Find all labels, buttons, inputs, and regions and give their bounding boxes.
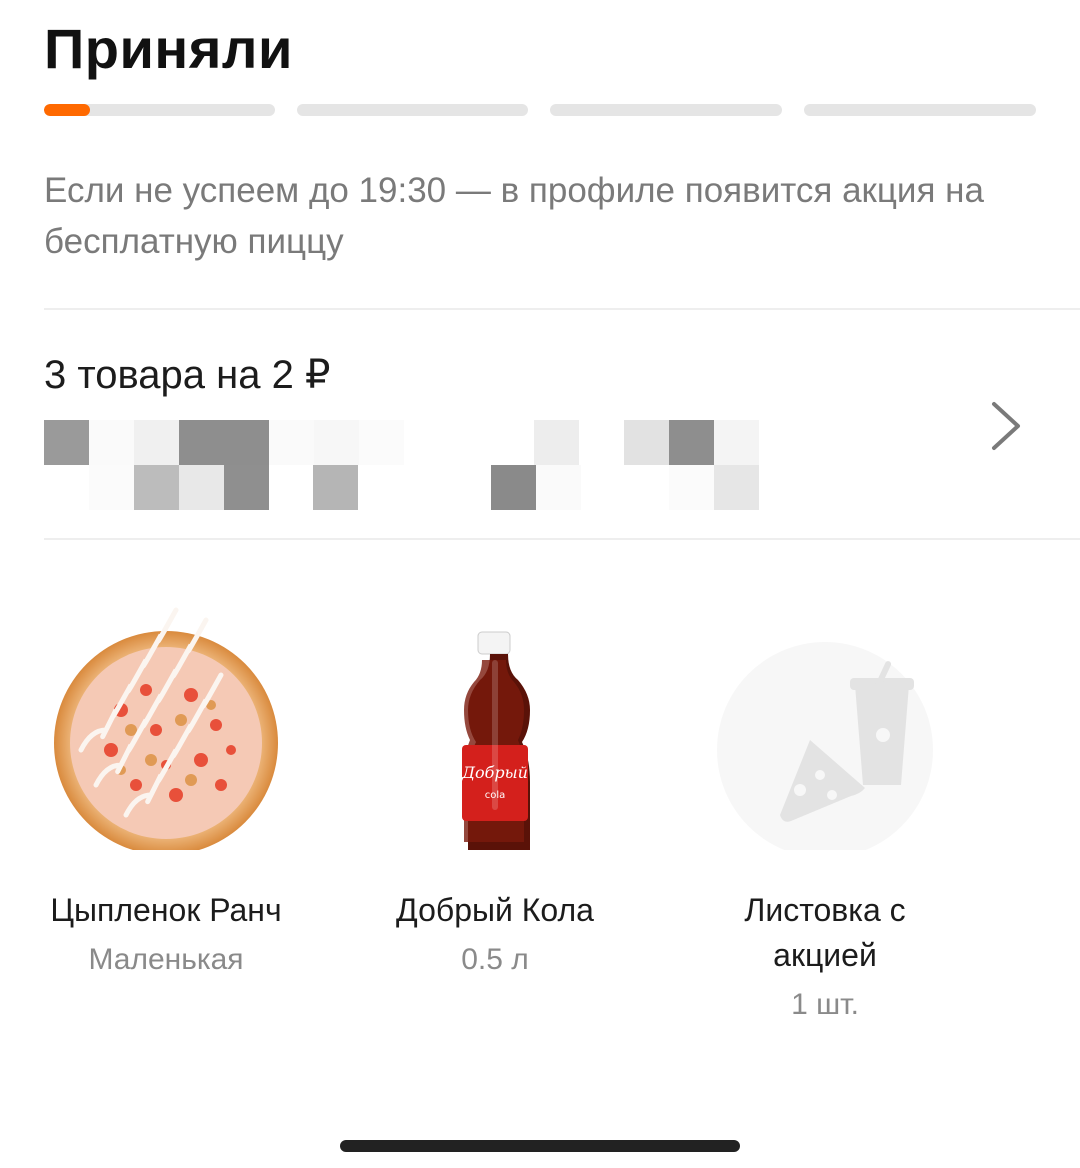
home-indicator[interactable] bbox=[340, 1140, 740, 1152]
progress-segment bbox=[44, 104, 275, 116]
divider bbox=[44, 538, 1080, 540]
product-name: Листовка с акцией bbox=[744, 892, 906, 973]
redacted-address bbox=[44, 420, 774, 512]
order-items-list: Цыпленок Ранч Маленькая Добрый cola Добр… bbox=[0, 600, 1080, 1060]
product-card[interactable]: Добрый cola Добрый Кола 0.5 л bbox=[345, 600, 645, 977]
product-volume: 0.5 л bbox=[461, 943, 529, 976]
divider bbox=[44, 308, 1080, 310]
product-name: Добрый Кола bbox=[396, 892, 594, 928]
promo-placeholder-icon bbox=[710, 600, 940, 858]
product-size: Маленькая bbox=[88, 943, 244, 976]
product-name: Цыпленок Ранч bbox=[50, 892, 282, 928]
product-card[interactable]: Цыпленок Ранч Маленькая bbox=[16, 600, 316, 977]
page-title: Приняли bbox=[44, 17, 293, 80]
chevron-right-icon bbox=[992, 402, 1020, 450]
order-summary-text: 3 товара на 2 ₽ bbox=[44, 353, 331, 397]
progress-fill bbox=[44, 104, 91, 116]
progress-segment bbox=[297, 104, 528, 116]
order-progress-bar bbox=[44, 104, 1036, 116]
product-card[interactable]: Листовка с акцией 1 шт. bbox=[675, 600, 975, 1022]
product-quantity: 1 шт. bbox=[791, 988, 859, 1021]
progress-segment bbox=[550, 104, 782, 116]
order-summary-row[interactable]: 3 товара на 2 ₽ bbox=[0, 312, 1080, 538]
pizza-image bbox=[51, 600, 281, 855]
progress-segment bbox=[804, 104, 1036, 116]
cola-bottle-image: Добрый cola bbox=[380, 600, 610, 864]
delivery-promise-notice: Если не успеем до 19:30 — в профиле появ… bbox=[44, 171, 984, 261]
